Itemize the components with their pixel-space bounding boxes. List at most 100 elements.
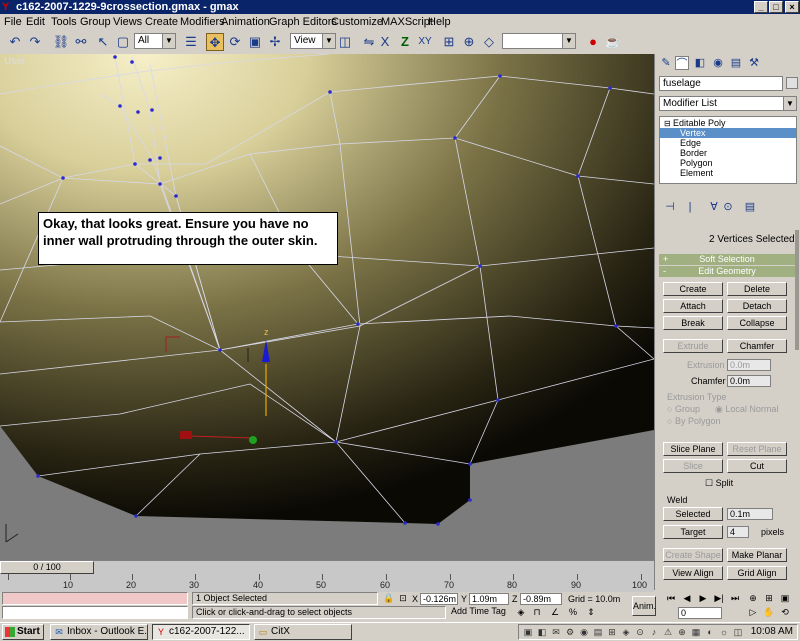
selection-region-icon[interactable]: ▢ — [114, 33, 132, 51]
named-selection-dropdown[interactable]: ▼ — [502, 33, 576, 49]
zoom-icon[interactable]: ⊕ — [746, 592, 760, 605]
zoom-extents-icon[interactable]: ▣ — [778, 592, 792, 605]
menu-maxscript[interactable]: MAXScript — [381, 15, 433, 29]
title-bar[interactable]: Y c162-2007-1229-9crossection.gmax - gma… — [0, 0, 800, 14]
object-color-swatch[interactable] — [786, 77, 798, 89]
close-button[interactable]: × — [785, 1, 799, 13]
tray-icon[interactable]: ☼ — [719, 627, 729, 637]
teapot-icon[interactable]: ☕ — [604, 33, 622, 51]
object-name-field[interactable]: fuselage — [659, 76, 783, 91]
y-coordinate-field[interactable]: 1.09m — [469, 593, 509, 605]
select-object-icon[interactable]: ↖ — [94, 33, 112, 51]
align-icon[interactable]: ⊞ — [440, 33, 458, 51]
absolute-mode-icon[interactable]: ⊡ — [396, 592, 410, 605]
time-slider[interactable]: 0 / 100 — [0, 560, 654, 575]
view-align-button[interactable]: View Align — [663, 566, 723, 580]
grid-align-button[interactable]: Grid Align — [727, 566, 787, 580]
anim-toggle-button[interactable]: Anim. — [632, 596, 656, 616]
split-checkbox[interactable]: ☐ Split — [705, 478, 733, 489]
spinner-snap-icon[interactable]: ⇕ — [584, 606, 598, 619]
gizmo-center[interactable] — [249, 436, 257, 444]
edit-geometry-rollout[interactable]: - Edit Geometry — [659, 266, 795, 277]
remove-modifier-icon[interactable]: ⊙ — [721, 200, 735, 214]
menu-group[interactable]: Group — [80, 15, 111, 29]
zoom-all-icon[interactable]: ⊞ — [762, 592, 776, 605]
configure-sets-icon[interactable]: ▤ — [743, 200, 757, 214]
x-coordinate-field[interactable]: -0.126m — [420, 593, 458, 605]
reset-plane-button[interactable]: Reset Plane — [727, 442, 787, 456]
tray-icon[interactable]: ▤ — [593, 627, 603, 637]
tray-icon[interactable]: ◐ — [705, 627, 715, 637]
select-by-name-icon[interactable]: ☰ — [182, 33, 200, 51]
utilities-tab-icon[interactable]: ⚒ — [747, 56, 761, 70]
hierarchy-tab-icon[interactable]: ◧ — [693, 56, 707, 70]
task-outlook[interactable]: ✉ Inbox - Outlook E... — [50, 624, 148, 640]
tray-icon[interactable]: ◧ — [537, 627, 547, 637]
tray-icon[interactable]: ⊞ — [607, 627, 617, 637]
menu-file[interactable]: File — [4, 15, 22, 29]
field-of-view-icon[interactable]: ▷ — [746, 606, 760, 619]
display-tab-icon[interactable]: ▤ — [729, 56, 743, 70]
rotate-icon[interactable]: ⟳ — [226, 33, 244, 51]
by-polygon-radio[interactable]: ○ By Polygon — [667, 416, 720, 426]
tray-icon[interactable]: ▣ — [523, 627, 533, 637]
snap-icon[interactable]: ⊕ — [460, 33, 478, 51]
create-button[interactable]: Create — [663, 282, 723, 296]
extrusion-spinner[interactable]: 0.0m — [727, 359, 771, 371]
task-citx[interactable]: ▭ CitX — [254, 624, 352, 640]
pivot-center-icon[interactable]: ◫ — [336, 33, 354, 51]
modify-tab-icon[interactable]: ⌒ — [675, 56, 689, 70]
snaps-toggle-icon[interactable]: ⊓ — [530, 606, 544, 619]
task-gmax[interactable]: Y c162-2007-122... — [152, 624, 250, 640]
tray-icon[interactable]: ◈ — [621, 627, 631, 637]
tray-icon[interactable]: ▦ — [691, 627, 701, 637]
previous-frame-icon[interactable]: ◀ — [680, 592, 694, 605]
slice-plane-button[interactable]: Slice Plane — [663, 442, 723, 456]
menu-views[interactable]: Views — [113, 15, 142, 29]
perspective-viewport[interactable]: User z Okay, that looks great. Ensure yo… — [0, 54, 654, 560]
pin-stack-icon[interactable]: ⊣ — [663, 200, 677, 214]
maxscript-listener[interactable] — [2, 592, 188, 605]
stack-item-border[interactable]: Border — [660, 148, 707, 158]
minimize-button[interactable]: _ — [754, 1, 768, 13]
link-icon[interactable]: ⛓ — [52, 33, 70, 51]
modifier-list-dropdown[interactable]: Modifier List ▼ — [659, 96, 797, 111]
stack-item-editable-poly[interactable]: ⊟ Editable Poly — [660, 118, 800, 128]
next-frame-icon[interactable]: ▶| — [712, 592, 726, 605]
current-frame-field[interactable]: 0 — [678, 607, 722, 619]
collapse-button[interactable]: Collapse — [727, 316, 787, 330]
maxscript-input[interactable] — [2, 606, 188, 619]
reference-coordinate-dropdown[interactable]: View ▼ — [290, 33, 336, 49]
group-radio[interactable]: ○ Group — [667, 404, 700, 414]
unlink-icon[interactable]: ⚯ — [72, 33, 90, 51]
menu-modifiers[interactable]: Modifiers — [180, 15, 225, 29]
cut-button[interactable]: Cut — [727, 459, 787, 473]
tray-icon[interactable]: ◫ — [733, 627, 743, 637]
stack-item-element[interactable]: Element — [660, 168, 713, 178]
motion-tab-icon[interactable]: ◉ — [711, 56, 725, 70]
move-icon[interactable]: ✥ — [206, 33, 224, 51]
restrict-x-icon[interactable]: X — [376, 33, 394, 51]
tray-icon[interactable]: ✉ — [551, 627, 561, 637]
tray-icon[interactable]: ⚙ — [565, 627, 575, 637]
track-bar[interactable]: 10 20 30 40 50 60 70 80 90 100 — [0, 574, 654, 592]
stack-item-polygon[interactable]: Polygon — [660, 158, 713, 168]
chamfer-button[interactable]: Chamfer — [727, 339, 787, 353]
gizmo-x-arrow[interactable] — [180, 431, 192, 439]
pan-icon[interactable]: ✋ — [762, 606, 776, 619]
detach-button[interactable]: Detach — [727, 299, 787, 313]
weld-target-button[interactable]: Target — [663, 525, 723, 539]
create-tab-icon[interactable]: ✎ — [659, 56, 673, 70]
create-shape-button[interactable]: Create Shape — [663, 548, 723, 562]
soft-selection-rollout[interactable]: + Soft Selection — [659, 254, 795, 265]
menu-customize[interactable]: Customize — [331, 15, 383, 29]
menu-edit[interactable]: Edit — [26, 15, 45, 29]
time-slider-thumb[interactable]: 0 / 100 — [0, 561, 94, 574]
render-icon[interactable]: ● — [584, 33, 602, 51]
local-normal-radio[interactable]: ◉ Local Normal — [715, 404, 778, 415]
extrude-button[interactable]: Extrude — [663, 339, 723, 353]
tray-icon[interactable]: ⊙ — [635, 627, 645, 637]
arc-rotate-icon[interactable]: ⟲ — [778, 606, 792, 619]
start-button[interactable]: Start — [2, 624, 44, 640]
break-button[interactable]: Break — [663, 316, 723, 330]
